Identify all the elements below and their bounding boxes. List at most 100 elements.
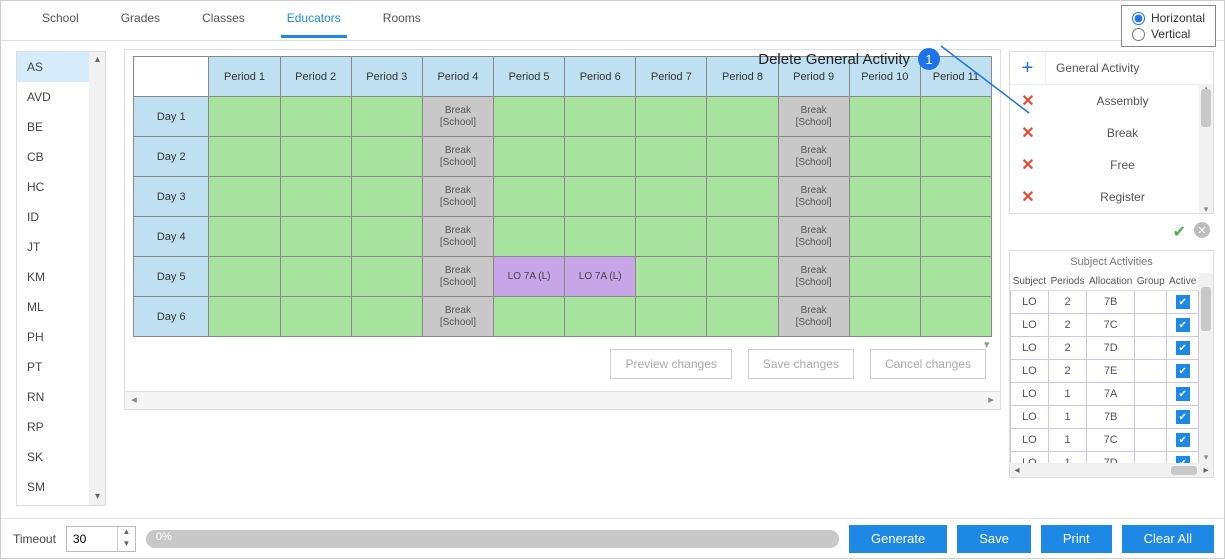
empty-cell[interactable] <box>707 137 778 177</box>
empty-cell[interactable] <box>565 97 636 137</box>
center-hscroll[interactable]: ◂ ▸ <box>124 392 1001 410</box>
break-cell[interactable]: Break[School] <box>422 297 493 337</box>
tab-rooms[interactable]: Rooms <box>377 11 427 35</box>
sidebar-item-cb[interactable]: CB <box>17 142 89 172</box>
empty-cell[interactable] <box>209 97 280 137</box>
scroll-right-icon[interactable]: ▸ <box>982 392 1000 409</box>
sidebar-item-pt[interactable]: PT <box>17 352 89 382</box>
col-subject[interactable]: Subject <box>1011 273 1049 291</box>
center-vscroll[interactable]: ▾ <box>984 106 1000 351</box>
empty-cell[interactable] <box>707 217 778 257</box>
empty-cell[interactable] <box>636 137 707 177</box>
active-checkbox[interactable]: ✔ <box>1176 318 1190 332</box>
delete-activity-icon[interactable]: ✕ <box>1010 149 1046 181</box>
empty-cell[interactable] <box>494 217 565 257</box>
empty-cell[interactable] <box>636 297 707 337</box>
table-row[interactable]: LO27E✔ <box>1011 360 1199 383</box>
empty-cell[interactable] <box>707 177 778 217</box>
empty-cell[interactable] <box>920 97 991 137</box>
sidebar-item-avd[interactable]: AVD <box>17 82 89 112</box>
save-button[interactable]: Save <box>957 525 1031 553</box>
empty-cell[interactable] <box>849 297 920 337</box>
empty-cell[interactable] <box>920 137 991 177</box>
empty-cell[interactable] <box>849 257 920 297</box>
empty-cell[interactable] <box>636 257 707 297</box>
break-cell[interactable]: Break[School] <box>422 217 493 257</box>
col-group[interactable]: Group <box>1135 273 1167 291</box>
tab-classes[interactable]: Classes <box>196 11 251 35</box>
orientation-vertical-radio[interactable] <box>1132 28 1145 41</box>
active-checkbox[interactable]: ✔ <box>1176 387 1190 401</box>
sidebar-item-rp[interactable]: RP <box>17 412 89 442</box>
general-activity-item[interactable]: Assembly <box>1046 85 1199 117</box>
sidebar-item-id[interactable]: ID <box>17 202 89 232</box>
general-activity-item[interactable]: Free <box>1046 149 1199 181</box>
sidebar-item-km[interactable]: KM <box>17 262 89 292</box>
spinner-up-icon[interactable]: ▲ <box>118 527 135 539</box>
break-cell[interactable]: Break[School] <box>778 217 849 257</box>
scroll-left-icon[interactable]: ◂ <box>125 392 143 409</box>
generate-button[interactable]: Generate <box>849 525 947 553</box>
col-periods[interactable]: Periods <box>1048 273 1086 291</box>
empty-cell[interactable] <box>280 257 351 297</box>
empty-cell[interactable] <box>351 137 422 177</box>
sidebar-item-st[interactable]: ST <box>17 502 89 505</box>
cancel-changes-button[interactable]: Cancel changes <box>870 349 986 379</box>
lesson-cell[interactable]: LO 7A (L) <box>565 257 636 297</box>
sidebar-item-ml[interactable]: ML <box>17 292 89 322</box>
subject-activities-hscroll[interactable]: ◂▸ <box>1010 463 1213 477</box>
empty-cell[interactable] <box>849 217 920 257</box>
break-cell[interactable]: Break[School] <box>778 177 849 217</box>
confirm-check-icon[interactable]: ✔ <box>1173 222 1186 242</box>
table-row[interactable]: LO27D✔ <box>1011 337 1199 360</box>
empty-cell[interactable] <box>351 97 422 137</box>
orientation-horizontal[interactable]: Horizontal <box>1132 10 1205 26</box>
sidebar-item-rn[interactable]: RN <box>17 382 89 412</box>
add-general-activity-icon[interactable]: + <box>1010 52 1046 84</box>
tab-grades[interactable]: Grades <box>115 11 166 35</box>
empty-cell[interactable] <box>636 217 707 257</box>
sidebar-item-as[interactable]: AS <box>17 52 89 82</box>
active-checkbox[interactable]: ✔ <box>1176 364 1190 378</box>
empty-cell[interactable] <box>920 217 991 257</box>
empty-cell[interactable] <box>209 257 280 297</box>
delete-activity-icon[interactable]: ✕ <box>1010 85 1046 117</box>
sidebar-item-hc[interactable]: HC <box>17 172 89 202</box>
empty-cell[interactable] <box>849 97 920 137</box>
empty-cell[interactable] <box>636 177 707 217</box>
schedule-grid[interactable]: Period 1Period 2Period 3Period 4Period 5… <box>133 56 992 337</box>
empty-cell[interactable] <box>280 137 351 177</box>
general-activity-item[interactable]: Break <box>1046 117 1199 149</box>
break-cell[interactable]: Break[School] <box>778 257 849 297</box>
empty-cell[interactable] <box>209 137 280 177</box>
empty-cell[interactable] <box>565 137 636 177</box>
table-row[interactable]: LO17C✔ <box>1011 429 1199 452</box>
table-row[interactable]: LO27C✔ <box>1011 314 1199 337</box>
table-row[interactable]: LO27B✔ <box>1011 291 1199 314</box>
scroll-down-icon[interactable]: ▾ <box>90 489 105 505</box>
break-cell[interactable]: Break[School] <box>422 97 493 137</box>
empty-cell[interactable] <box>280 177 351 217</box>
empty-cell[interactable] <box>280 97 351 137</box>
timeout-spinner[interactable]: ▲▼ <box>66 526 136 552</box>
active-checkbox[interactable]: ✔ <box>1176 410 1190 424</box>
empty-cell[interactable] <box>494 97 565 137</box>
empty-cell[interactable] <box>849 177 920 217</box>
general-activity-item[interactable]: Register <box>1046 181 1199 213</box>
sidebar-item-be[interactable]: BE <box>17 112 89 142</box>
delete-activity-icon[interactable]: ✕ <box>1010 117 1046 149</box>
empty-cell[interactable] <box>351 217 422 257</box>
active-checkbox[interactable]: ✔ <box>1176 433 1190 447</box>
empty-cell[interactable] <box>351 297 422 337</box>
empty-cell[interactable] <box>280 297 351 337</box>
sidebar-item-sm[interactable]: SM <box>17 472 89 502</box>
empty-cell[interactable] <box>280 217 351 257</box>
break-cell[interactable]: Break[School] <box>778 137 849 177</box>
table-row[interactable]: LO17B✔ <box>1011 406 1199 429</box>
active-checkbox[interactable]: ✔ <box>1176 341 1190 355</box>
orientation-horizontal-radio[interactable] <box>1132 12 1145 25</box>
save-changes-button[interactable]: Save changes <box>748 349 854 379</box>
empty-cell[interactable] <box>209 297 280 337</box>
empty-cell[interactable] <box>707 257 778 297</box>
empty-cell[interactable] <box>707 97 778 137</box>
